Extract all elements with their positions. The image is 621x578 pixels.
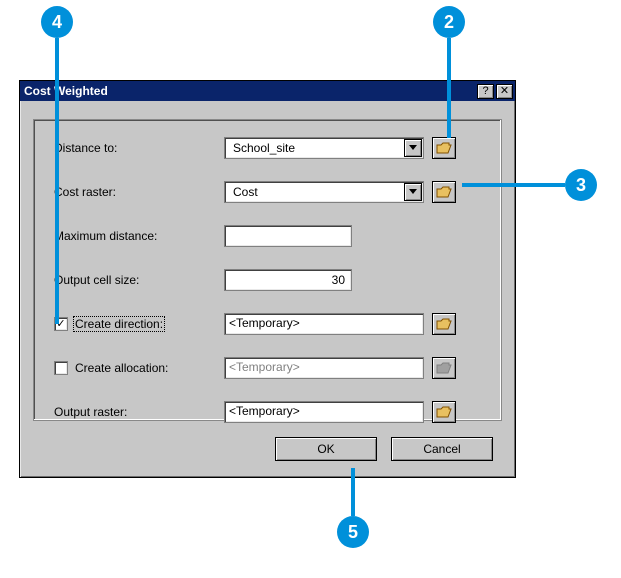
dialog-buttons: OK Cancel	[275, 437, 493, 461]
create-allocation-checkbox[interactable]	[54, 361, 68, 375]
row-output-cell: Output cell size:	[54, 266, 489, 294]
row-cost-raster: Cost raster: Cost	[54, 178, 489, 206]
folder-open-icon	[436, 185, 452, 199]
label-create-direction: Create direction:	[74, 317, 164, 331]
callout-2: 2	[433, 6, 465, 38]
create-direction-browse-button[interactable]	[432, 313, 456, 335]
help-icon: ?	[482, 86, 488, 97]
label-output-cell: Output cell size:	[54, 273, 224, 287]
callout-5: 5	[337, 516, 369, 548]
dialog-title: Cost Weighted	[24, 84, 475, 98]
titlebar[interactable]: Cost Weighted ? ✕	[20, 81, 515, 101]
cost-raster-dropdown-button[interactable]	[404, 183, 422, 201]
callout-3-leader	[462, 183, 565, 187]
close-icon: ✕	[500, 86, 509, 97]
row-create-direction: ✓ Create direction: <Temporary>	[54, 310, 489, 338]
label-cost-raster: Cost raster:	[54, 185, 224, 199]
create-allocation-input: <Temporary>	[224, 357, 424, 379]
row-distance-to: Distance to: School_site	[54, 134, 489, 162]
cost-raster-value: Cost	[229, 185, 403, 199]
distance-to-browse-button[interactable]	[432, 137, 456, 159]
callout-2-leader	[447, 38, 451, 138]
cost-raster-combobox[interactable]: Cost	[224, 181, 424, 203]
folder-open-icon	[436, 141, 452, 155]
callout-3: 3	[565, 169, 597, 201]
ok-button[interactable]: OK	[275, 437, 377, 461]
chevron-down-icon	[409, 145, 417, 151]
distance-to-value: School_site	[229, 141, 403, 155]
max-distance-input[interactable]	[224, 225, 352, 247]
output-raster-browse-button[interactable]	[432, 401, 456, 423]
create-direction-input[interactable]: <Temporary>	[224, 313, 424, 335]
cost-raster-browse-button[interactable]	[432, 181, 456, 203]
label-create-allocation: Create allocation:	[74, 361, 169, 375]
label-distance-to: Distance to:	[54, 141, 224, 155]
dialog-cost-weighted: Cost Weighted ? ✕ Distance to: School_si…	[19, 80, 516, 478]
create-allocation-browse-button	[432, 357, 456, 379]
output-raster-input[interactable]: <Temporary>	[224, 401, 424, 423]
dialog-content: Distance to: School_site Cost raster: Co…	[33, 119, 502, 421]
cancel-button[interactable]: Cancel	[391, 437, 493, 461]
label-max-distance: Maximum distance:	[54, 229, 224, 243]
callout-5-leader	[351, 468, 355, 516]
folder-open-icon	[436, 317, 452, 331]
distance-to-dropdown-button[interactable]	[404, 139, 422, 157]
row-max-distance: Maximum distance:	[54, 222, 489, 250]
callout-4: 4	[41, 6, 73, 38]
callout-4-leader	[55, 38, 59, 324]
folder-open-icon	[436, 405, 452, 419]
close-button[interactable]: ✕	[496, 84, 513, 99]
output-cell-input[interactable]	[224, 269, 352, 291]
label-output-raster: Output raster:	[54, 405, 224, 419]
row-output-raster: Output raster: <Temporary>	[54, 398, 489, 426]
chevron-down-icon	[409, 189, 417, 195]
help-button[interactable]: ?	[477, 84, 494, 99]
row-create-allocation: Create allocation: <Temporary>	[54, 354, 489, 382]
distance-to-combobox[interactable]: School_site	[224, 137, 424, 159]
folder-open-icon	[436, 361, 452, 375]
